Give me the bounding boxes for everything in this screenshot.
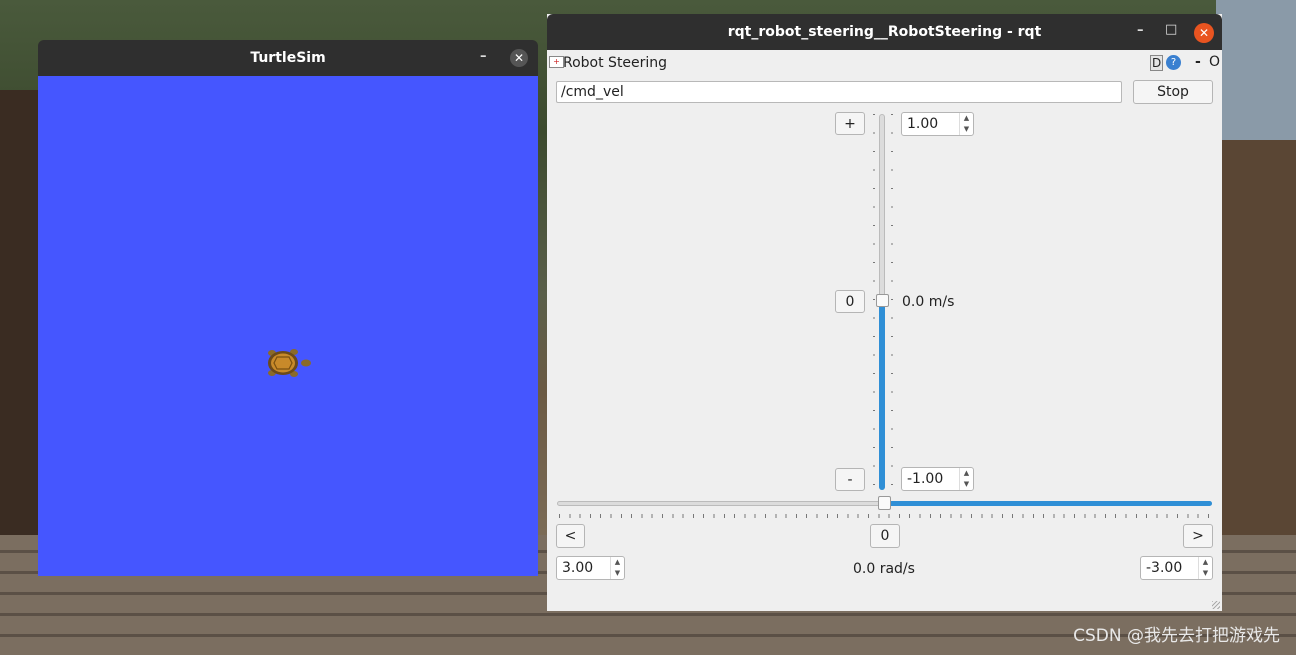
linear-slider-fill: [879, 301, 885, 490]
plugin-float-button[interactable]: O: [1209, 54, 1220, 70]
angular-current-value: 0.0 rad/s: [853, 561, 915, 577]
maximize-icon[interactable]: □: [1165, 22, 1177, 37]
background-sky: [1216, 0, 1296, 140]
spin-arrows-icon[interactable]: ▲ ▼: [959, 113, 973, 135]
close-icon[interactable]: ✕: [1194, 23, 1214, 43]
linear-max-value: 1.00: [907, 116, 939, 132]
topic-input[interactable]: [556, 81, 1122, 103]
angular-slider-handle[interactable]: [878, 496, 891, 510]
stop-button[interactable]: Stop: [1133, 80, 1213, 104]
angular-left-button[interactable]: <: [556, 524, 585, 548]
turtlesim-title: TurtleSim: [250, 50, 326, 66]
rqt-titlebar[interactable]: rqt_robot_steering__RobotSteering - rqt …: [547, 14, 1222, 50]
linear-slider-handle[interactable]: [876, 294, 889, 307]
plugin-title: Robot Steering: [563, 55, 668, 71]
angular-left-value: 3.00: [562, 560, 594, 576]
linear-zero-button[interactable]: 0: [835, 290, 865, 313]
spin-arrows-icon[interactable]: ▲ ▼: [959, 468, 973, 490]
turtle-canvas: [38, 76, 538, 576]
rqt-window: rqt_robot_steering__RobotSteering - rqt …: [547, 14, 1222, 611]
linear-current-value: 0.0 m/s: [902, 294, 955, 310]
angular-right-spinbox[interactable]: -3.00 ▲ ▼: [1140, 556, 1213, 580]
angular-slider-ticks: [559, 514, 1211, 518]
linear-min-spinbox[interactable]: -1.00 ▲ ▼: [901, 467, 974, 491]
plugin-minimize-button[interactable]: -: [1195, 54, 1201, 70]
angular-left-spinbox[interactable]: 3.00 ▲ ▼: [556, 556, 625, 580]
resize-grip-icon[interactable]: [1212, 601, 1220, 609]
linear-min-value: -1.00: [907, 471, 944, 487]
rqt-title: rqt_robot_steering__RobotSteering - rqt: [727, 24, 1042, 40]
spin-arrows-icon[interactable]: ▲ ▼: [1198, 557, 1212, 579]
help-icon[interactable]: ?: [1166, 55, 1181, 70]
plugin-header: + Robot Steering D ? - O: [547, 51, 1222, 75]
watermark: CSDN @我先去打把游戏先: [1073, 626, 1280, 646]
angular-zero-button[interactable]: 0: [870, 524, 900, 548]
turtlesim-window: TurtleSim – ✕: [38, 40, 538, 576]
turtlesim-titlebar[interactable]: TurtleSim – ✕: [38, 40, 538, 76]
linear-max-spinbox[interactable]: 1.00 ▲ ▼: [901, 112, 974, 136]
linear-decrease-button[interactable]: -: [835, 468, 865, 491]
robot-steering-icon: +: [549, 56, 564, 68]
dock-button[interactable]: D: [1150, 55, 1164, 71]
minimize-icon[interactable]: –: [480, 49, 487, 64]
angular-slider-fill: [885, 501, 1212, 506]
linear-slider-ticks-right: [891, 114, 893, 490]
angular-right-button[interactable]: >: [1183, 524, 1213, 548]
close-icon[interactable]: ✕: [510, 49, 528, 67]
linear-increase-button[interactable]: +: [835, 112, 865, 135]
angular-right-value: -3.00: [1146, 560, 1183, 576]
minimize-icon[interactable]: –: [1137, 23, 1144, 38]
spin-arrows-icon[interactable]: ▲ ▼: [610, 557, 624, 579]
turtle-icon: [268, 349, 311, 377]
linear-slider-ticks-left: [873, 114, 875, 490]
